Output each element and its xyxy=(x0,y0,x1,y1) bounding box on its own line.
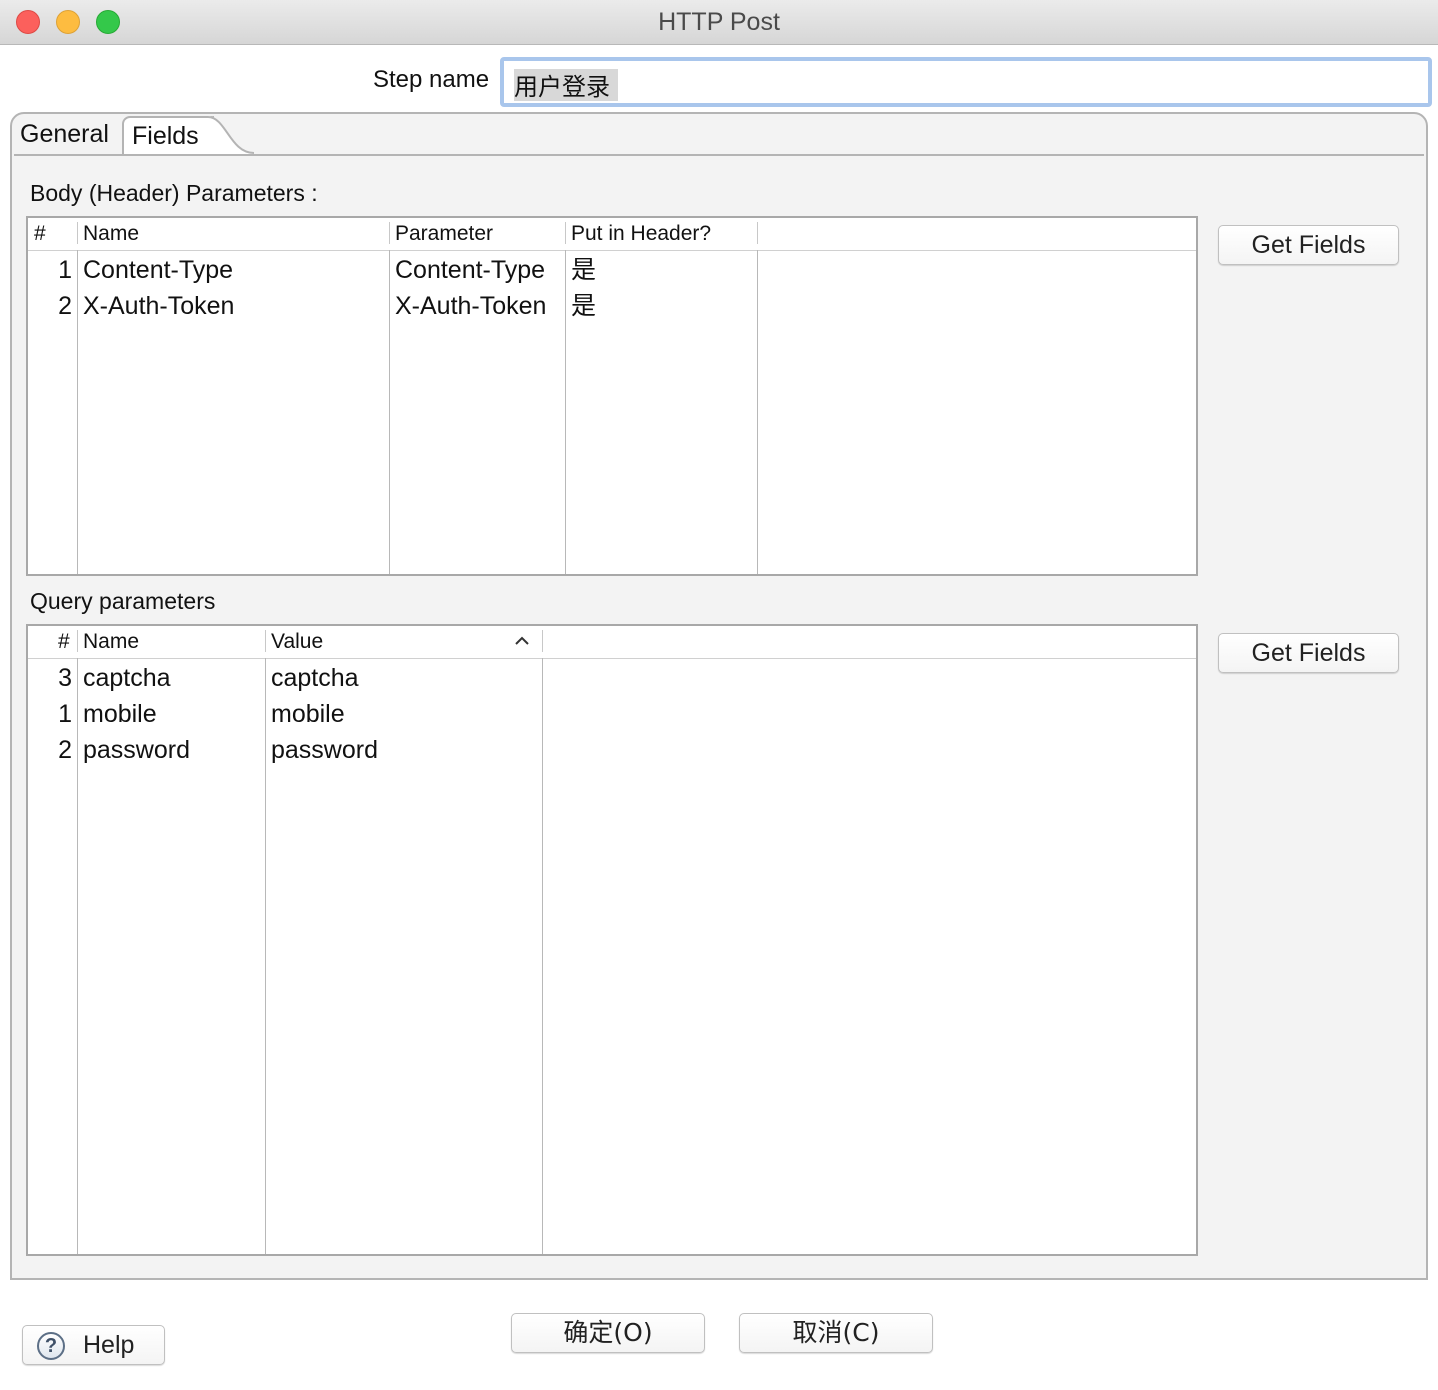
get-fields-label: Get Fields xyxy=(1251,231,1366,259)
column-separator xyxy=(389,222,390,244)
step-name-field-wrapper xyxy=(500,57,1432,107)
row-value[interactable]: password xyxy=(271,732,378,768)
column-separator xyxy=(542,630,543,652)
column-divider xyxy=(542,658,543,1254)
row-name[interactable]: captcha xyxy=(83,660,171,696)
get-fields-label: Get Fields xyxy=(1251,639,1366,667)
column-separator xyxy=(565,222,566,244)
column-header-parameter[interactable]: Parameter xyxy=(395,220,493,248)
row-number[interactable]: 2 xyxy=(28,288,72,324)
column-header-value[interactable]: Value xyxy=(271,628,323,656)
row-put-in-header[interactable]: 是 xyxy=(571,288,596,324)
row-name[interactable]: password xyxy=(83,732,190,768)
row-value[interactable]: captcha xyxy=(271,660,359,696)
step-name-label: Step name xyxy=(373,66,490,93)
row-value[interactable]: mobile xyxy=(271,696,345,732)
row-number[interactable]: 3 xyxy=(28,660,72,696)
column-header-put-in-header[interactable]: Put in Header? xyxy=(571,220,711,248)
help-label: Help xyxy=(83,1331,135,1359)
row-name[interactable]: Content-Type xyxy=(83,252,233,288)
title-bar: HTTP Post xyxy=(0,0,1438,45)
step-name-input[interactable] xyxy=(510,67,1428,101)
body-get-fields-button[interactable]: Get Fields xyxy=(1218,225,1399,265)
help-button[interactable]: ? Help xyxy=(22,1325,165,1365)
row-name[interactable]: mobile xyxy=(83,696,157,732)
row-number[interactable]: 2 xyxy=(28,732,72,768)
query-params-table[interactable]: # Name Value 3 captcha captcha 1 mobile … xyxy=(26,624,1198,1256)
column-divider xyxy=(565,250,566,574)
query-params-label: Query parameters xyxy=(30,588,216,614)
column-header-name[interactable]: Name xyxy=(83,628,139,656)
http-post-dialog: HTTP Post Step name General Fields Body … xyxy=(0,0,1438,1390)
column-divider xyxy=(77,250,78,574)
row-name[interactable]: X-Auth-Token xyxy=(83,288,234,324)
column-header-number[interactable]: # xyxy=(58,628,70,656)
row-parameter[interactable]: X-Auth-Token xyxy=(395,288,546,324)
row-number[interactable]: 1 xyxy=(28,696,72,732)
ok-button[interactable]: 确定(O) xyxy=(511,1313,705,1353)
tab-general[interactable]: General xyxy=(12,116,117,154)
question-mark-icon: ? xyxy=(37,1332,65,1360)
ok-label: 确定(O) xyxy=(563,1318,653,1347)
row-parameter[interactable]: Content-Type xyxy=(395,252,545,288)
column-divider xyxy=(265,658,266,1254)
row-number[interactable]: 1 xyxy=(28,252,72,288)
column-header-number[interactable]: # xyxy=(34,220,46,248)
cancel-button[interactable]: 取消(C) xyxy=(739,1313,933,1353)
column-header-name[interactable]: Name xyxy=(83,220,139,248)
column-separator xyxy=(265,630,266,652)
column-divider xyxy=(77,658,78,1254)
tab-curve-decoration xyxy=(208,116,254,154)
column-divider xyxy=(389,250,390,574)
body-params-table[interactable]: # Name Parameter Put in Header? 1 Conten… xyxy=(26,216,1198,576)
row-put-in-header[interactable]: 是 xyxy=(571,252,596,288)
query-params-table-header: # Name Value xyxy=(28,626,1196,659)
body-params-label: Body (Header) Parameters : xyxy=(30,180,318,206)
sort-ascending-icon[interactable] xyxy=(514,634,530,648)
body-params-table-header: # Name Parameter Put in Header? xyxy=(28,218,1196,251)
cancel-label: 取消(C) xyxy=(792,1318,880,1347)
column-divider xyxy=(757,250,758,574)
query-get-fields-button[interactable]: Get Fields xyxy=(1218,633,1399,673)
window-title: HTTP Post xyxy=(658,8,780,36)
column-separator xyxy=(77,630,78,652)
tab-fields[interactable]: Fields xyxy=(122,116,214,154)
column-separator xyxy=(77,222,78,244)
column-separator xyxy=(757,222,758,244)
